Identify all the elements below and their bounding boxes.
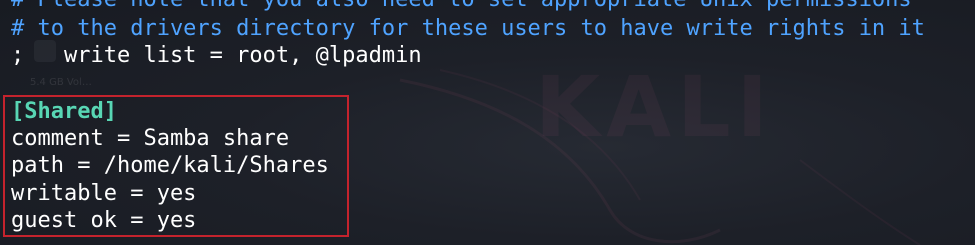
kali-watermark: KALI <box>535 58 774 156</box>
desktop-drive-label: 5.4 GB Vol… <box>30 77 92 88</box>
terminal-window[interactable]: KALI 5.4 GB Vol… # Please note that you … <box>0 0 975 245</box>
comment-line-2: # to the drivers directory for these use… <box>11 16 925 41</box>
kali-dragon-wallpaper-icon <box>399 69 921 245</box>
shared-section-highlight-box <box>3 95 349 237</box>
comment-line-1: # Please note that you also need to set … <box>11 0 912 13</box>
commented-write-list-line: ; write list = root, @lpadmin <box>11 43 422 68</box>
